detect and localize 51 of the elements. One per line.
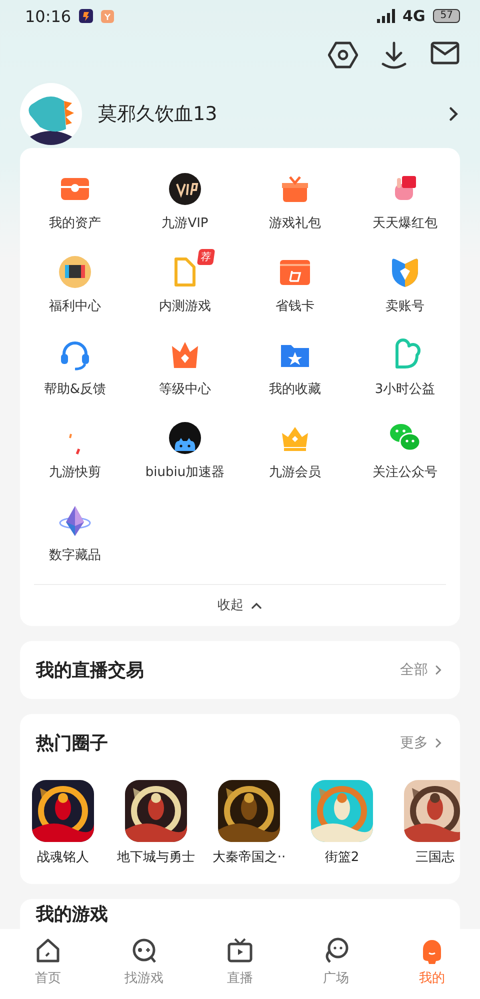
recommend-badge: 荐 bbox=[196, 248, 216, 265]
menu-item[interactable]: 荐 内测游戏 bbox=[130, 248, 240, 315]
battery-indicator: 57 bbox=[433, 9, 460, 24]
menu-item[interactable]: 3小时公益 bbox=[350, 332, 460, 398]
status-time: 10:16 bbox=[25, 6, 72, 26]
nav-tab[interactable]: 直播 bbox=[192, 929, 288, 999]
section-title: 我的直播交易 bbox=[36, 658, 145, 682]
gamepad-icon bbox=[130, 937, 158, 965]
menu-item[interactable]: biubiu加速器 bbox=[130, 414, 240, 481]
menu-item[interactable]: 游戏礼包 bbox=[240, 166, 350, 232]
menu-item[interactable]: 等级中心 bbox=[130, 332, 240, 398]
nav-tab[interactable]: 首页 bbox=[0, 929, 96, 999]
menu-item[interactable]: 关注公众号 bbox=[350, 414, 460, 481]
cat-face-icon bbox=[168, 420, 202, 455]
menu-item[interactable]: 省钱卡 bbox=[240, 248, 350, 315]
game-name[interactable]: 战魂铭人 bbox=[37, 848, 89, 866]
signal-icon bbox=[376, 9, 395, 24]
menu-item[interactable]: 我的资产 bbox=[20, 166, 130, 232]
vip-badge-icon bbox=[168, 172, 202, 206]
nav-tab[interactable]: 找游戏 bbox=[96, 929, 192, 999]
menu-item[interactable]: 福利中心 bbox=[20, 248, 130, 315]
game-name[interactable]: 街篮2 bbox=[324, 848, 360, 866]
menu-item[interactable]: 数字藏品 bbox=[20, 498, 130, 564]
settings-icon[interactable] bbox=[328, 40, 358, 70]
collapse-button[interactable]: 收起 bbox=[218, 596, 262, 614]
menu-item[interactable]: 我的收藏 bbox=[240, 332, 350, 398]
game-name[interactable]: 大秦帝国之·· bbox=[212, 848, 286, 866]
menu-item[interactable]: 九游快剪 bbox=[20, 414, 130, 481]
section-title: 热门圈子 bbox=[36, 732, 109, 755]
nav-tab[interactable]: 广场 bbox=[288, 929, 384, 999]
network-type: 4G bbox=[402, 7, 426, 26]
menu-item[interactable]: 九游会员 bbox=[240, 414, 350, 481]
game-console-icon bbox=[58, 254, 92, 289]
app-notification-icon bbox=[79, 9, 94, 24]
crystal-icon bbox=[58, 504, 92, 538]
more-link[interactable]: 更多 bbox=[400, 734, 444, 752]
game-name[interactable]: 地下城与勇士 bbox=[117, 848, 195, 866]
mail-icon[interactable] bbox=[430, 40, 460, 66]
user-name: 莫邪久饮血13 bbox=[98, 102, 218, 128]
menu-item[interactable]: 天天爆红包 bbox=[350, 166, 460, 232]
menu-item[interactable]: 九游VIP bbox=[130, 166, 240, 232]
game-name[interactable]: 三国志 bbox=[416, 848, 454, 866]
app-notification-icon bbox=[101, 10, 114, 23]
slash-marks-icon bbox=[69, 432, 81, 455]
home-icon bbox=[34, 937, 62, 965]
download-icon[interactable] bbox=[380, 40, 408, 70]
section-title: 我的游戏 bbox=[36, 902, 108, 927]
menu-item[interactable]: 卖账号 bbox=[350, 248, 460, 315]
menu-item[interactable]: 帮助&反馈 bbox=[20, 332, 130, 398]
view-all-link[interactable]: 全部 bbox=[400, 660, 444, 679]
tv-icon bbox=[226, 937, 254, 965]
